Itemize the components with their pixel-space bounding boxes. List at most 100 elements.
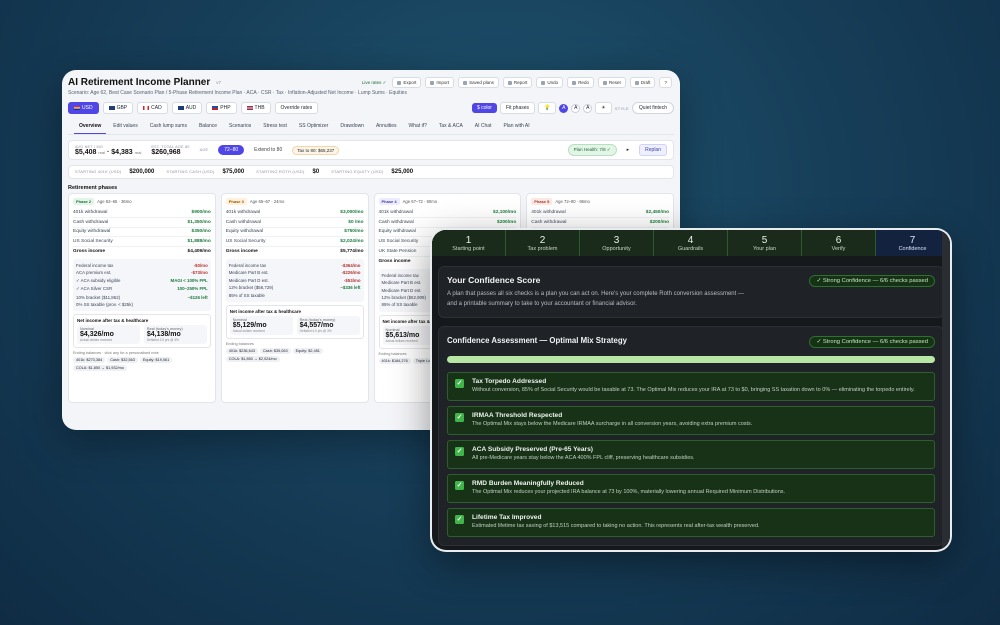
phase-row[interactable]: US Social Security $1,888/mo [73,237,211,248]
phase-row[interactable]: 401k withdrawal $2,450/mo [531,208,669,218]
step-opportunity[interactable]: 3 Opportunity [580,230,654,256]
reset-button[interactable]: Reset [597,77,626,88]
replan-button[interactable]: Replan [639,144,667,156]
tab-drawdown[interactable]: Drawdown [335,121,369,134]
age-range-button[interactable]: 72–80 [218,145,245,155]
balance-chip[interactable]: Cash: $32,563 [107,357,138,364]
draft-button[interactable]: Draft [629,77,656,88]
gross-value: $4,409/mo [187,249,211,255]
step-your-plan[interactable]: 5 Your plan [728,230,802,256]
net-cell-note: Deflated 2.5 yrs @ 3% [146,338,179,343]
tab-scenarios[interactable]: Scenarios [224,121,256,134]
phase-row[interactable]: 401k withdrawal $3,000/mo [225,208,364,218]
step-tax-problem[interactable]: 2 Tax problem [506,230,580,256]
tab-annuities[interactable]: Annuities [371,121,402,134]
checkbox-checked-icon[interactable]: ✓ [455,515,464,524]
phase-row[interactable]: 401k withdrawal $2,100/mo [378,208,517,218]
style-select[interactable]: Quiet fintech [631,102,674,114]
currency-usd[interactable]: USD [68,102,99,114]
phase-row[interactable]: 401k withdrawal $900/mo [73,208,211,218]
fit-phases-button[interactable]: Fit phases [499,102,536,114]
phase-age: Age 65–67 · 24mo [249,199,285,204]
balance-chip[interactable]: Equity: $2,451 [292,347,323,354]
theme-icon[interactable]: ☀ [595,102,612,114]
row-value: $200/mo [649,219,669,225]
balance-chip[interactable]: COLA: $1,850 → $2,024/mo [225,355,280,362]
plan-health-badge[interactable]: Plan Health: 7/8 ✓ [567,144,617,156]
balance-chip[interactable]: Cash: $35,063 [259,347,291,354]
color-button[interactable]: $ color [471,103,497,113]
report-button[interactable]: Report [502,77,533,88]
row-value: $2,100/mo [493,209,517,215]
step-guardrails[interactable]: 4 Guardrails [654,230,728,256]
balance-chip[interactable]: 401k: $236,643 [225,347,258,354]
tax-row: Medicare Part D est. -$53/mo [229,277,361,284]
scrollbar[interactable] [942,230,950,550]
help-button[interactable]: ? [659,77,672,88]
currency-aud[interactable]: AUD [171,102,203,114]
checkbox-checked-icon[interactable]: ✓ [455,481,464,490]
tab-overview[interactable]: Overview [74,121,107,134]
phase-row[interactable]: Equity withdrawal $750/mo [225,228,364,238]
phase-card: Phase 3 Age 65–67 · 24mo 401k withdrawal $3… [220,193,369,403]
currency-php[interactable]: PHP [206,102,237,114]
tab-stress-test[interactable]: Stress test [258,121,292,134]
tab-ai-chat[interactable]: AI Chat [470,121,497,134]
step-verify[interactable]: 6 Verify [802,230,876,256]
phase-row[interactable]: US Social Security $2,024/mo [225,237,364,248]
currency-cad[interactable]: CAD [137,102,168,114]
phase-row[interactable]: Cash withdrawal $200/mo [378,218,517,228]
tab-edit-values[interactable]: Edit values [108,121,142,134]
tab-ss-optimizer[interactable]: SS Optimizer [294,121,333,134]
tax-label: 85% of SS taxable [228,292,265,298]
currency-thb[interactable]: THB [240,102,271,114]
australia-flag-icon [177,106,184,110]
text-size-small[interactable]: A [583,103,593,113]
net-cell-note: Actual dollars received [80,338,113,343]
currency-bar: USD GBP CAD AUD PHP THB Override rates $… [62,96,680,114]
import-button[interactable]: Import [425,77,455,88]
tab-balance[interactable]: Balance [194,121,222,134]
redo-button[interactable]: Redo [567,77,594,88]
tax-value: 100–250% FPL [177,286,208,292]
override-rates-button[interactable]: Override rates [274,102,319,114]
tab-cash-lump-sums[interactable]: Cash lump sums [145,121,192,134]
step-starting-point[interactable]: 1 Starting point [432,230,506,256]
tab-tax-aca[interactable]: Tax & ACA [434,121,468,134]
extend-button[interactable]: Extend to 80 [254,147,282,153]
undo-button[interactable]: Undo [536,77,564,88]
lightbulb-icon[interactable]: 💡 [538,102,557,114]
balance-chip[interactable]: Equity: $19,061 [139,357,173,364]
starting-label: STARTING ROTH (USD) [256,169,305,174]
text-size-large[interactable]: A [559,103,569,113]
checkbox-checked-icon[interactable]: ✓ [455,379,464,388]
phase-row[interactable]: Equity withdrawal $350/mo [73,228,211,238]
checkbox-checked-icon[interactable]: ✓ [455,447,464,456]
ending-balances-label: Ending balances [225,341,254,346]
text-size-medium[interactable]: A [571,103,581,113]
saved-plans-button[interactable]: Saved plans [458,77,499,88]
phase-row[interactable]: Cash withdrawal $200/mo [531,218,669,228]
tax-row: 12% bracket ($56,729) ~$336 left [229,284,361,291]
row-value: $200/mo [497,219,517,225]
step-confidence[interactable]: 7 Confidence [876,230,950,256]
phase-row[interactable]: Cash withdrawal $1,350/mo [73,218,211,228]
row-value: $750/mo [344,229,364,235]
check-description: Estimated lifetime tax saving of $13,515… [472,523,760,529]
title-bar: AI Retirement Income Planner v7 Live rat… [62,70,680,88]
tax-label: 85% of SS taxable [381,302,418,308]
tab-what-if-[interactable]: What if? [404,121,432,134]
play-icon[interactable]: ▸ [627,147,630,153]
row-label: 401k withdrawal [73,209,108,215]
currency-gbp[interactable]: GBP [102,102,134,114]
tab-plan-with-ai[interactable]: Plan with AI [498,121,534,134]
balance-chip[interactable]: COLA: $1,850 → $1,932/mo [73,365,127,372]
row-label: 401k withdrawal [225,209,261,215]
display-controls: $ color Fit phases 💡 A A A ☀ STYLE Quiet… [471,102,674,114]
phase-row[interactable]: Cash withdrawal $0 /mo [225,218,364,228]
tax-row: 0% SS taxable (prov. < $25k) [76,301,208,308]
balance-chip[interactable]: 401k: $184,276 [378,357,411,364]
export-button[interactable]: Export [392,77,422,88]
checkbox-checked-icon[interactable]: ✓ [455,413,464,422]
balance-chip[interactable]: 401k: $273,384 [73,357,106,364]
